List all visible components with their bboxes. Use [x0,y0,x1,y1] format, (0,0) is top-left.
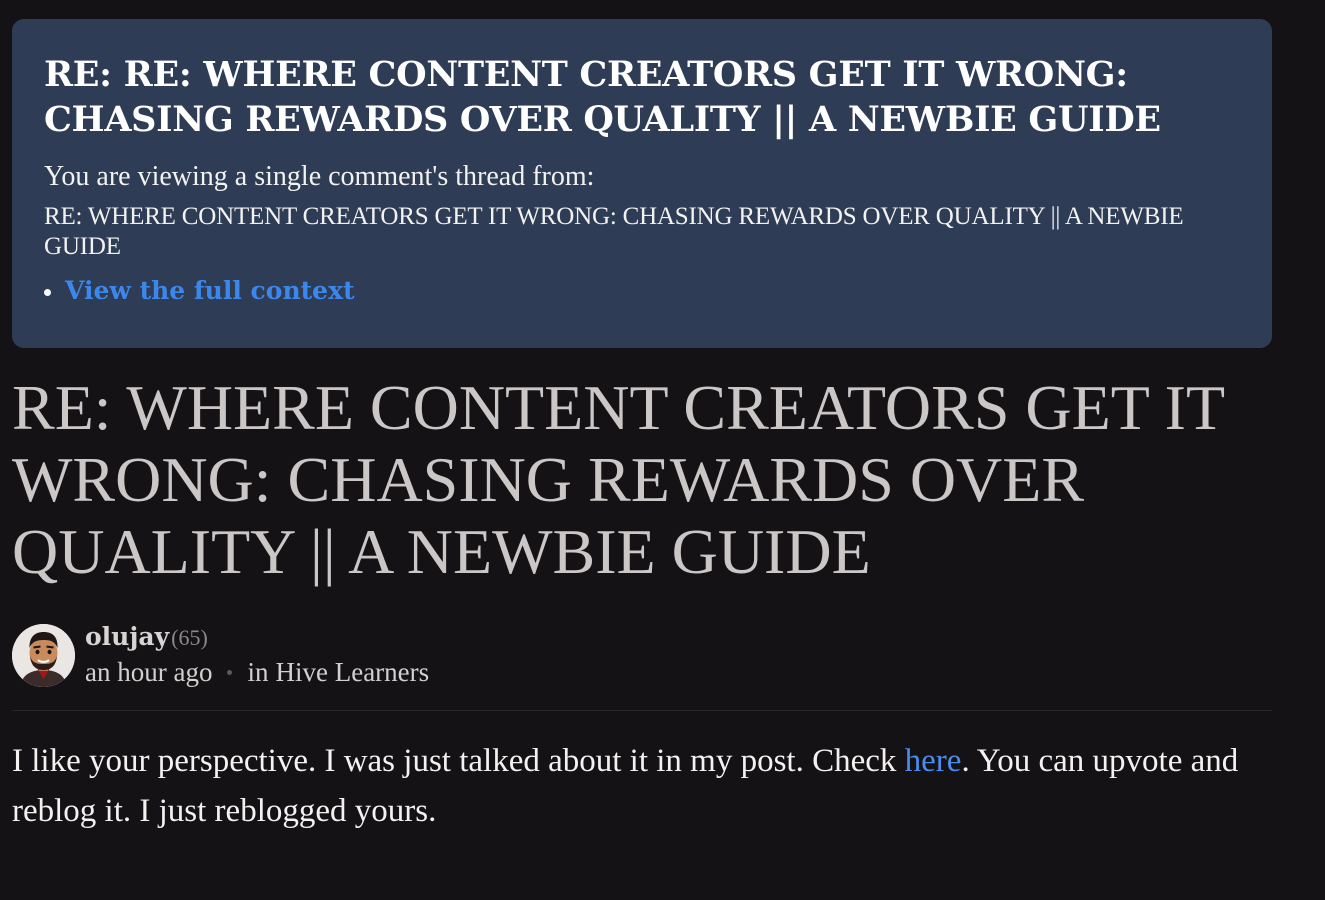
context-links: View the full context [44,276,1240,306]
thread-context-box: RE: RE: WHERE CONTENT CREATORS GET IT WR… [12,19,1272,348]
context-link-item: View the full context [44,276,1240,306]
bullet-icon [44,288,51,296]
post-title: RE: WHERE CONTENT CREATORS GET IT WRONG:… [12,372,1224,587]
context-subtitle: You are viewing a single comment's threa… [44,161,595,192]
author-name-link[interactable]: olujay [85,622,169,651]
context-title: RE: RE: WHERE CONTENT CREATORS GET IT WR… [44,54,1161,140]
page: RE: RE: WHERE CONTENT CREATORS GET IT WR… [0,0,1325,900]
separator-dot-icon [227,669,233,675]
post-meta: an hour ago in Hive Learners [85,656,429,688]
post-time[interactable]: an hour ago [85,657,212,688]
view-full-context-link[interactable]: View the full context [65,276,355,306]
comment-body: I like your perspective. I was just talk… [12,736,1272,836]
comment-here-link[interactable]: here [905,743,962,779]
avatar-illustration [12,623,75,687]
author-row: olujay (65) an hour ago in Hive Learners [12,622,1272,688]
community-link[interactable]: Hive Learners [275,657,429,688]
author-reputation: (65) [171,625,208,650]
avatar-icon[interactable] [12,623,75,687]
comment-text-start: I like your perspective. I was just talk… [12,743,905,779]
parent-post-title: RE: WHERE CONTENT CREATORS GET IT WRONG:… [44,203,1184,260]
author-meta: olujay (65) an hour ago in Hive Learners [85,622,429,688]
community-prefix: in [247,656,269,687]
author-line: olujay (65) [85,622,429,656]
divider [12,710,1272,711]
